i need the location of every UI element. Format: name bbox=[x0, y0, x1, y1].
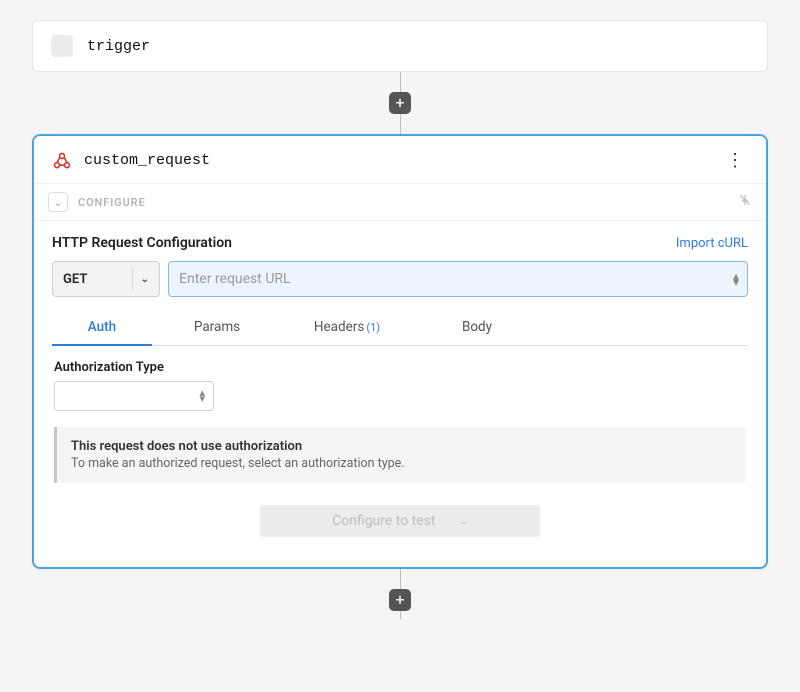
configure-bar: ⌄ CONFIGURE bbox=[34, 184, 766, 221]
collapse-toggle[interactable]: ⌄ bbox=[48, 192, 68, 212]
connector-line bbox=[400, 611, 401, 619]
chevron-down-icon: ⌄ bbox=[53, 196, 62, 209]
tab-auth[interactable]: Auth bbox=[52, 309, 152, 345]
auth-panel: Authorization Type ▴▾ This request does … bbox=[52, 346, 748, 483]
webhook-icon bbox=[52, 151, 72, 171]
http-method-value: GET bbox=[63, 272, 87, 287]
auth-type-select[interactable]: ▴▾ bbox=[54, 381, 214, 411]
connector: + bbox=[32, 569, 768, 619]
add-step-button[interactable]: + bbox=[389, 589, 411, 611]
connector-line bbox=[400, 114, 401, 134]
step-title: custom_request bbox=[84, 152, 710, 169]
section-title: HTTP Request Configuration bbox=[52, 235, 232, 251]
connector-line bbox=[400, 569, 401, 589]
import-curl-link[interactable]: Import cURL bbox=[676, 236, 748, 251]
tab-headers[interactable]: Headers(1) bbox=[282, 309, 412, 345]
connector-line bbox=[400, 72, 401, 92]
step-body: HTTP Request Configuration Import cURL G… bbox=[34, 221, 766, 567]
trigger-step[interactable]: trigger bbox=[32, 20, 768, 72]
step-header: custom_request ⋮ bbox=[34, 136, 766, 184]
plus-icon: + bbox=[395, 95, 404, 111]
auth-type-label: Authorization Type bbox=[54, 360, 746, 375]
configure-label: CONFIGURE bbox=[78, 196, 728, 209]
plus-icon: + bbox=[395, 592, 404, 608]
connector: + bbox=[32, 72, 768, 134]
notice-text: To make an authorized request, select an… bbox=[71, 456, 732, 471]
add-step-button[interactable]: + bbox=[389, 92, 411, 114]
pin-icon[interactable] bbox=[738, 193, 752, 211]
trigger-icon-placeholder bbox=[51, 35, 73, 57]
configure-to-test-button[interactable]: Configure to test ⌄ bbox=[260, 505, 540, 537]
chevron-down-icon: ⌄ bbox=[141, 274, 149, 285]
config-tabs: Auth Params Headers(1) Body bbox=[52, 309, 748, 346]
url-placeholder: Enter request URL bbox=[179, 271, 291, 287]
stepper-icon: ▴▾ bbox=[733, 273, 739, 285]
request-url-input[interactable]: Enter request URL ▴▾ bbox=[168, 261, 748, 297]
tab-params[interactable]: Params bbox=[152, 309, 282, 345]
http-method-select[interactable]: GET ⌄ bbox=[52, 261, 160, 297]
custom-request-step: custom_request ⋮ ⌄ CONFIGURE HTTP Reques… bbox=[32, 134, 768, 569]
step-menu-button[interactable]: ⋮ bbox=[722, 150, 748, 171]
notice-title: This request does not use authorization bbox=[71, 439, 732, 454]
auth-notice: This request does not use authorization … bbox=[54, 427, 746, 483]
trigger-label: trigger bbox=[87, 38, 150, 55]
tab-body[interactable]: Body bbox=[412, 309, 542, 345]
chevron-down-icon: ⌄ bbox=[460, 516, 468, 527]
stepper-icon: ▴▾ bbox=[199, 390, 205, 402]
